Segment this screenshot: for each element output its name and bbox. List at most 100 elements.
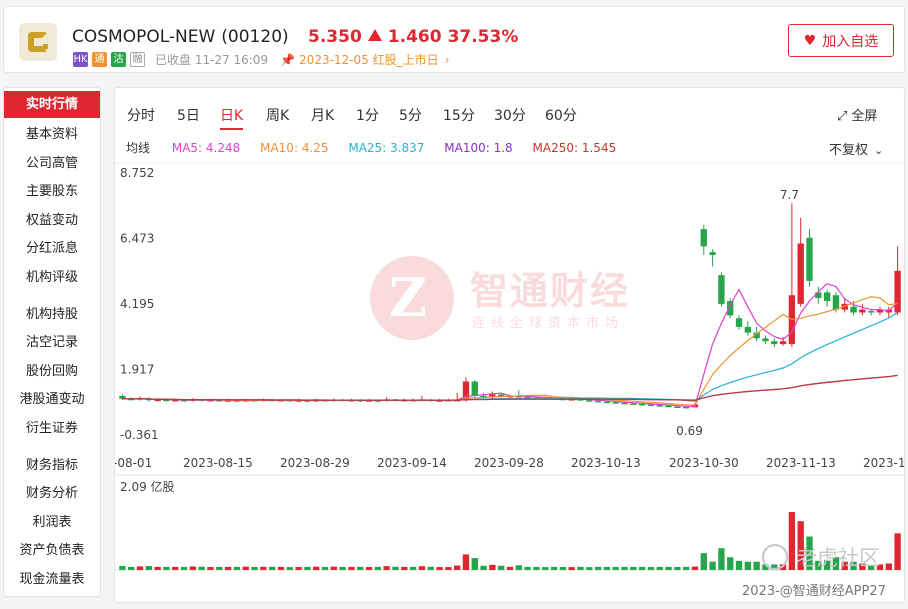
candle-body	[709, 252, 716, 255]
price-change-pct: 37.53%	[447, 27, 519, 47]
sidebar-item-profile[interactable]: 基本资料	[4, 121, 100, 150]
volume-bar	[339, 566, 346, 570]
corner-watermark: 老虎社区 2023-@智通财经APP27	[742, 542, 902, 602]
candle-body	[586, 400, 593, 402]
y-tick-label: 6.473	[120, 232, 154, 246]
volume-bar	[594, 566, 602, 570]
stock-header: COSMOPOL-NEW (00120) 5.350 1.460 37.53% HK …	[3, 6, 905, 73]
sidebar-item-balance[interactable]: 资产负债表	[4, 537, 100, 566]
volume-bar	[251, 567, 258, 570]
ma5-line	[122, 283, 899, 407]
chevron-right-icon[interactable]: ›	[445, 53, 450, 67]
volume-bar	[268, 566, 276, 570]
sidebar-item-shareholders[interactable]: 主要股东	[4, 178, 100, 207]
candle-body	[859, 309, 866, 313]
volume-bar	[445, 567, 452, 570]
kline-chart[interactable]: 8.752 6.473 4.195 1.917 -0.361 -08-01 2023-08-…	[115, 88, 905, 603]
stock-title: COSMOPOL-NEW (00120)	[72, 27, 289, 47]
margin-badge: 融	[130, 52, 145, 67]
volume-bar	[630, 566, 637, 570]
volume-bar	[348, 566, 355, 570]
sidebar-item-connect-changes[interactable]: 港股通变动	[4, 386, 100, 415]
candle-body	[727, 300, 734, 316]
volume-bar	[735, 560, 743, 570]
stock-name: COSMOPOL-NEW	[72, 27, 216, 47]
candle-body	[638, 403, 646, 406]
short-badge: 沽	[111, 52, 126, 67]
sidebar-item-income[interactable]: 利润表	[4, 509, 100, 538]
sidebar-item-executives[interactable]: 公司高管	[4, 150, 100, 179]
volume-bar	[498, 565, 505, 570]
price-block: 5.350 1.460 37.53%	[308, 27, 524, 47]
y-tick-label: 4.195	[120, 297, 154, 311]
sidebar-item-ratings[interactable]: 机构评级	[4, 264, 100, 293]
candle-body	[806, 237, 813, 281]
sidebar-item-short-records[interactable]: 沽空记录	[4, 329, 100, 358]
company-logo	[19, 23, 57, 61]
volume-bar	[489, 564, 496, 570]
volume-bar	[409, 566, 417, 570]
volume-bar	[136, 566, 144, 570]
volume-bar	[718, 548, 725, 570]
x-tick-label: 2023-10-30	[669, 456, 739, 470]
volume-bar	[286, 567, 293, 570]
volume-bar	[128, 566, 135, 570]
sidebar-item-realtime[interactable]: 实时行情	[4, 91, 100, 118]
volume-bar	[709, 561, 716, 570]
x-tick-label: 2023-1	[863, 456, 905, 470]
sidebar-item-fin-analysis[interactable]: 财务分析	[4, 480, 100, 509]
up-arrow-icon	[367, 29, 382, 41]
volume-bar	[145, 566, 153, 570]
volume-bar	[277, 566, 285, 570]
candle-body	[832, 295, 840, 310]
sidebar-item-buybacks[interactable]: 股份回购	[4, 358, 100, 387]
candle-body	[815, 292, 822, 299]
volume-bar	[462, 554, 470, 570]
corner-brand: 老虎社区	[796, 546, 880, 570]
candle-body	[850, 306, 857, 313]
heart-icon: ♥	[803, 32, 817, 49]
candle-body	[718, 275, 725, 304]
sidebar-item-fin-indicators[interactable]: 财务指标	[4, 452, 100, 481]
volume-bar	[568, 567, 575, 570]
sidebar-item-derivatives[interactable]: 衍生证券	[4, 415, 100, 444]
volume-bar	[524, 566, 531, 570]
volume-bar	[533, 566, 540, 570]
volume-bar	[727, 557, 734, 570]
high-annotation: 7.7	[780, 188, 799, 202]
chart-panel: 分时 5日 日K 周K 月K 1分 5分 15分 30分 60分 ⤢ 全屏 均线 …	[114, 87, 905, 603]
candle-body	[594, 400, 602, 403]
candle-body	[700, 229, 707, 247]
sidebar-item-inst-holdings[interactable]: 机构持股	[4, 301, 100, 330]
sidebar-item-equity-changes[interactable]: 权益变动	[4, 207, 100, 236]
candle-body	[603, 401, 611, 404]
last-price: 5.350	[308, 27, 362, 47]
volume-bar	[674, 567, 681, 570]
volume-bar	[612, 566, 619, 570]
volume-bar	[198, 566, 205, 570]
add-watchlist-button[interactable]: ♥ 加入自选	[788, 24, 894, 57]
y-tick-label: 1.917	[120, 363, 154, 377]
volume-bar	[700, 553, 707, 570]
x-tick-label: -08-01	[115, 456, 152, 470]
x-tick-label: 2023-11-13	[766, 456, 836, 470]
volume-label: 2.09 亿股	[120, 479, 175, 494]
volume-bar	[744, 561, 752, 570]
hk-badge: HK	[73, 52, 88, 67]
volume-bar	[207, 567, 214, 570]
sidebar-item-cashflow[interactable]: 现金流量表	[4, 566, 100, 595]
volume-bar	[647, 566, 655, 570]
stock-code: (00120)	[221, 27, 289, 47]
add-watchlist-label: 加入自选	[822, 33, 879, 50]
volume-bar	[321, 566, 329, 570]
volume-bar	[189, 566, 197, 570]
volume-bar	[295, 567, 302, 570]
candle-body	[665, 405, 672, 408]
candle-body	[797, 243, 804, 304]
volume-bar	[691, 566, 699, 570]
candle-body	[744, 326, 752, 333]
ipo-info-link[interactable]: 2023-12-05 红股_上市日	[299, 51, 439, 68]
sidebar-item-dividends[interactable]: 分红派息	[4, 235, 100, 264]
candle-body	[471, 381, 478, 396]
volume-bar	[233, 566, 241, 570]
